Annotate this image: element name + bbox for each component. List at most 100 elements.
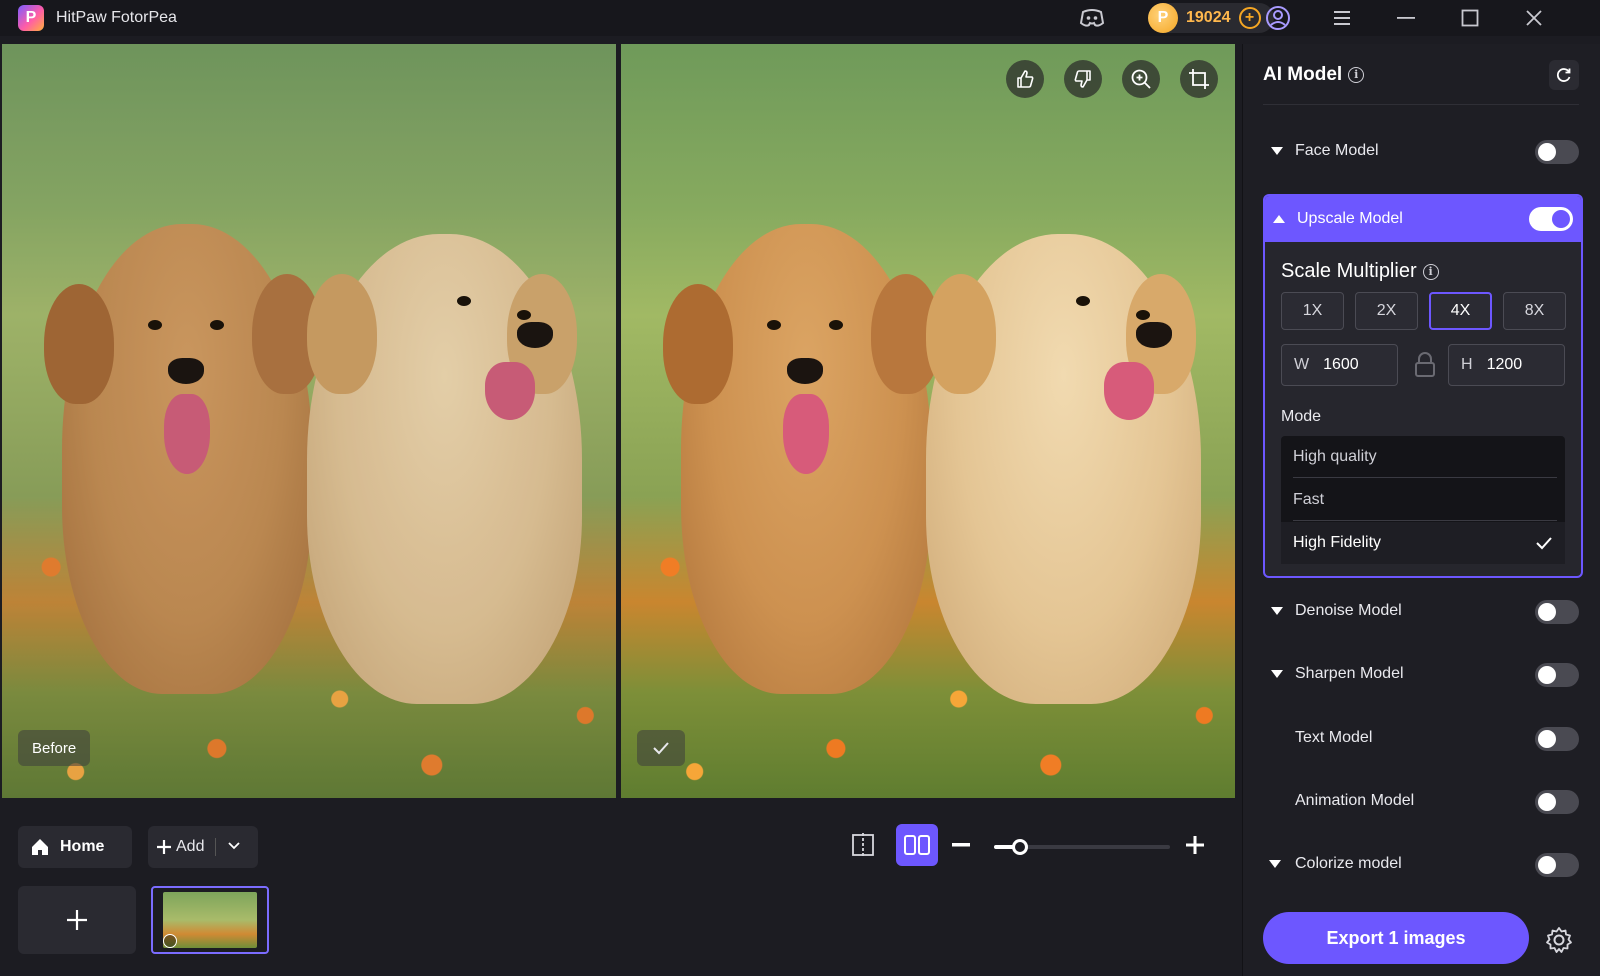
text-model-toggle[interactable] [1535, 727, 1579, 751]
colorize-model-toggle[interactable] [1535, 853, 1579, 877]
scale-8x-button[interactable]: 8X [1503, 292, 1566, 330]
scale-4x-button[interactable]: 4X [1429, 292, 1492, 330]
thumbnail-preview [163, 892, 257, 948]
panel-divider [1263, 104, 1579, 105]
coin-icon: P [1148, 3, 1178, 33]
before-label: Before [18, 730, 91, 766]
mode-fast[interactable]: Fast [1281, 479, 1565, 521]
info-icon[interactable]: i [1422, 263, 1439, 280]
puppy-tongue [1104, 362, 1154, 420]
colorize-model-row[interactable]: Colorize model [1263, 841, 1583, 887]
buy-coins-plus-icon[interactable]: + [1238, 7, 1261, 29]
app-logo-letter: P [25, 9, 37, 26]
puppy-ear [307, 274, 377, 394]
mode-list: High quality Fast High Fidelity [1281, 436, 1565, 564]
mode-high-fidelity[interactable]: High Fidelity [1281, 522, 1565, 564]
add-dropdown-chevron-down-icon[interactable] [226, 837, 242, 858]
puppy-tongue [485, 362, 535, 420]
image-thumbnail[interactable] [151, 886, 269, 954]
coin-count: 19024 [1186, 9, 1231, 26]
zoom-in-icon[interactable] [1122, 60, 1160, 98]
puppy-nose [1136, 322, 1172, 348]
menu-icon[interactable] [1328, 4, 1356, 32]
reset-icon[interactable] [1549, 60, 1579, 90]
puppy-eye [829, 320, 843, 330]
add-label: Add [176, 838, 205, 855]
before-image-pane: Before [2, 44, 616, 798]
coin-balance[interactable]: P 19024 + [1148, 3, 1274, 33]
expand-caret-icon[interactable] [1271, 668, 1283, 680]
side-by-side-view-icon[interactable] [896, 824, 938, 866]
collapse-caret-icon[interactable] [1273, 213, 1285, 225]
title-bar: P HitPaw FotorPea P 19024 + [0, 0, 1600, 36]
face-model-row[interactable]: Face Model [1263, 128, 1583, 174]
split-view-icon[interactable] [842, 824, 884, 866]
puppy-tongue [164, 394, 210, 474]
zoom-slider-handle[interactable] [1012, 839, 1028, 855]
puppy-eye [148, 320, 162, 330]
expand-caret-icon[interactable] [1271, 145, 1283, 157]
height-field[interactable]: H 1200 [1448, 344, 1565, 386]
puppy-ear [926, 274, 996, 394]
account-icon[interactable] [1264, 4, 1292, 32]
coin-letter: P [1157, 9, 1169, 26]
face-model-toggle[interactable] [1535, 140, 1579, 164]
export-button[interactable]: Export 1 images [1263, 912, 1529, 964]
add-image-button[interactable] [18, 886, 136, 954]
aspect-lock-icon[interactable] [1413, 352, 1437, 378]
sharpen-model-label: Sharpen Model [1295, 665, 1404, 682]
puppy-tongue [783, 394, 829, 474]
colorize-model-label: Colorize model [1295, 855, 1402, 872]
puppy-ear [44, 284, 114, 404]
puppy-eye [1076, 296, 1090, 306]
puppy-nose [168, 358, 204, 384]
expand-caret-icon[interactable] [1271, 605, 1283, 617]
thumbs-down-icon[interactable] [1064, 60, 1102, 98]
puppy-left [663, 224, 941, 694]
mode-divider [1293, 477, 1557, 478]
denoise-model-toggle[interactable] [1535, 600, 1579, 624]
crop-icon[interactable] [1180, 60, 1218, 98]
zoom-slider[interactable] [994, 839, 1170, 855]
mode-divider [1293, 520, 1557, 521]
expand-caret-icon[interactable] [1269, 858, 1281, 870]
add-button[interactable]: Add [148, 826, 258, 868]
animation-model-label: Animation Model [1295, 792, 1415, 809]
width-field[interactable]: W 1600 [1281, 344, 1398, 386]
width-key: W [1294, 356, 1310, 373]
app-logo: P [18, 5, 44, 31]
text-model-row[interactable]: Text Model [1263, 715, 1583, 761]
zoom-out-minus-icon[interactable] [944, 824, 978, 866]
zoom-in-plus-icon[interactable] [1178, 824, 1212, 866]
scale-1x-button[interactable]: 1X [1281, 292, 1344, 330]
denoise-model-row[interactable]: Denoise Model [1263, 588, 1583, 634]
animation-model-toggle[interactable] [1535, 790, 1579, 814]
before-photo [2, 44, 616, 798]
sharpen-model-row[interactable]: Sharpen Model [1263, 651, 1583, 697]
minimize-icon[interactable] [1392, 4, 1420, 32]
add-divider [215, 838, 216, 856]
panel-title: AI Model i [1263, 64, 1365, 86]
after-photo [621, 44, 1235, 798]
bottom-toolbar: Home Add [0, 804, 1236, 976]
settings-gear-icon[interactable] [1543, 924, 1575, 956]
puppy-right [926, 234, 1201, 704]
scale-2x-button[interactable]: 2X [1355, 292, 1418, 330]
info-icon[interactable]: i [1348, 66, 1365, 83]
mode-high-quality[interactable]: High quality [1281, 436, 1565, 478]
puppy-right [307, 234, 582, 704]
discord-icon[interactable] [1078, 4, 1106, 32]
width-value: 1600 [1323, 356, 1359, 373]
home-button[interactable]: Home [18, 826, 132, 868]
animation-model-row[interactable]: Animation Model [1263, 778, 1583, 824]
thumbnail-info-icon[interactable] [163, 934, 177, 948]
sharpen-model-toggle[interactable] [1535, 663, 1579, 687]
caret-spacer [1271, 732, 1283, 744]
height-key: H [1461, 356, 1473, 373]
thumbs-up-icon[interactable] [1006, 60, 1044, 98]
upscale-model-header[interactable]: Upscale Model [1265, 196, 1581, 242]
maximize-icon[interactable] [1456, 4, 1484, 32]
close-icon[interactable] [1520, 4, 1548, 32]
upscale-model-toggle[interactable] [1529, 207, 1573, 231]
puppy-ear [663, 284, 733, 404]
